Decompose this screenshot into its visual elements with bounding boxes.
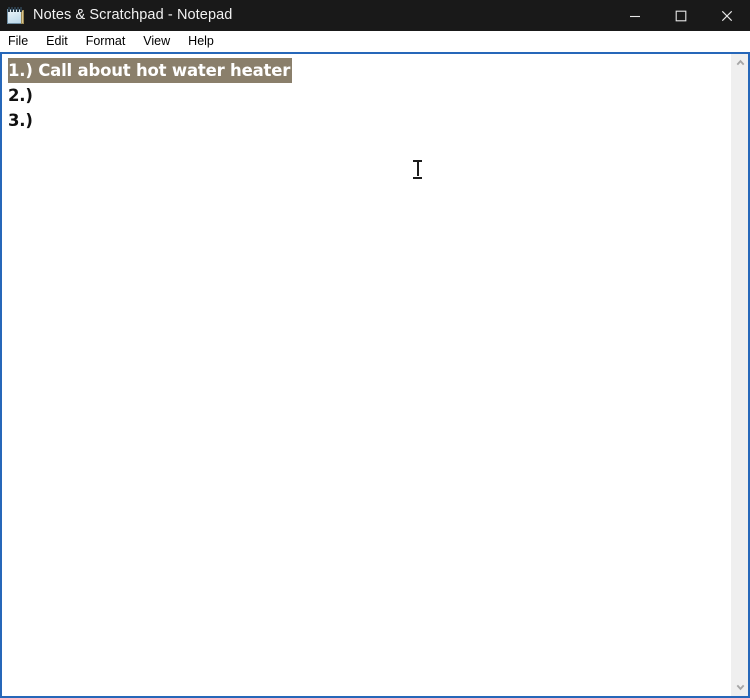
document-line-1[interactable]: 1.) Call about hot water heater <box>8 58 293 83</box>
menu-item-file[interactable]: File <box>8 31 37 52</box>
menu-item-help[interactable]: Help <box>188 31 223 52</box>
window-title: Notes & Scratchpad - Notepad <box>33 7 233 23</box>
close-button[interactable] <box>704 0 750 31</box>
minimize-icon <box>630 15 640 17</box>
window-controls <box>612 0 750 31</box>
text-editor[interactable]: 1.) Call about hot water heater 2.) 3.) <box>2 54 731 696</box>
scroll-down-button[interactable] <box>731 679 748 696</box>
maximize-icon <box>675 10 687 21</box>
ibeam-cursor <box>412 159 423 180</box>
close-icon <box>721 10 733 21</box>
titlebar[interactable]: Notes & Scratchpad - Notepad <box>0 0 750 31</box>
scrollbar-track[interactable] <box>731 71 748 679</box>
menu-item-view[interactable]: View <box>143 31 179 52</box>
document-line-3[interactable]: 3.) <box>8 108 33 133</box>
editor-area: 1.) Call about hot water heater 2.) 3.) <box>0 52 750 698</box>
menubar: File Edit Format View Help <box>0 31 750 52</box>
titlebar-left: Notes & Scratchpad - Notepad <box>0 0 612 31</box>
menu-item-edit[interactable]: Edit <box>46 31 77 52</box>
vertical-scrollbar[interactable] <box>731 54 748 696</box>
chevron-up-icon <box>736 59 744 66</box>
minimize-button[interactable] <box>612 0 658 31</box>
chevron-down-icon <box>736 684 744 691</box>
document-line-2[interactable]: 2.) <box>8 83 33 108</box>
notepad-icon <box>7 6 24 25</box>
maximize-button[interactable] <box>658 0 704 31</box>
notepad-window: Notes & Scratchpad - Notepad File Edit F… <box>0 0 750 698</box>
menu-item-format[interactable]: Format <box>86 31 135 52</box>
scroll-up-button[interactable] <box>731 54 748 71</box>
